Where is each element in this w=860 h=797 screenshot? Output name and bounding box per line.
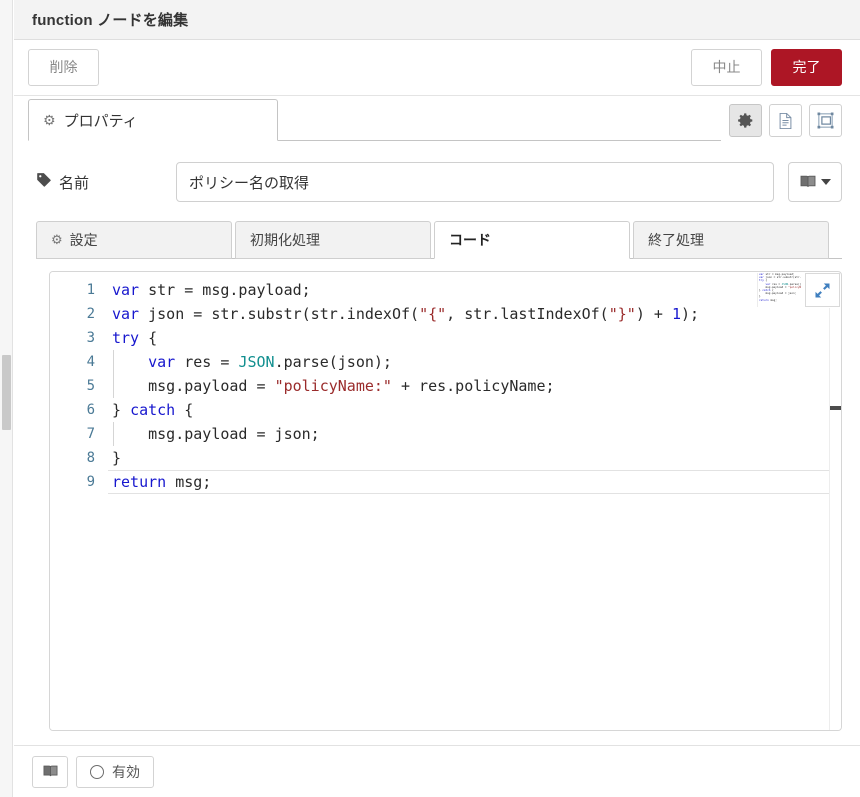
editor-line-number: 6 <box>86 402 95 418</box>
tag-icon <box>36 172 52 192</box>
expand-editor-button[interactable] <box>805 273 840 307</box>
editor-line-number: 2 <box>86 306 95 322</box>
editor-gutter: 1 2 3 4 5 6 7 8 9 <box>50 272 108 730</box>
editor-code-line: var res = JSON.parse(json); <box>108 350 841 374</box>
editor-line-number: 9 <box>86 474 95 490</box>
chevron-down-icon <box>821 179 831 185</box>
editor-code-line: var json = str.substr(str.indexOf("{", s… <box>112 305 700 323</box>
tab-properties[interactable]: ⚙ プロパティ <box>28 99 278 141</box>
editor-code-line: } catch { <box>112 401 194 419</box>
code-subtabs: ⚙ 設定 初期化処理 コード 終了処理 <box>36 215 842 259</box>
name-row: 名前 <box>36 141 842 209</box>
subtab-setup-label: 設定 <box>69 232 98 248</box>
editor-line-number: 8 <box>86 450 95 466</box>
node-appearance-icon <box>817 112 834 129</box>
editor-line-number: 7 <box>86 426 95 442</box>
editor-code-area[interactable]: var str = msg.payload; var json = str.sub… <box>108 272 841 730</box>
editor-code-line: } <box>112 449 122 467</box>
subtab-on-stop-label: 終了処理 <box>648 232 704 248</box>
description-icon <box>779 112 792 129</box>
header-icon-group <box>729 104 842 141</box>
expand-diagonal-icon <box>815 283 830 297</box>
editor-code-line: msg.payload = json; <box>108 422 841 446</box>
editor-code-line: msg.payload = "policyName:" + res.policy… <box>108 374 841 398</box>
subtab-on-stop[interactable]: 終了処理 <box>633 221 829 259</box>
done-button[interactable]: 完了 <box>771 49 842 86</box>
footer-library-button[interactable] <box>32 755 68 788</box>
editor-scrollbar-marker <box>830 406 841 410</box>
dialog-footer: 有効 <box>14 745 860 797</box>
page-scrollbar-thumb[interactable] <box>2 355 11 430</box>
gear-icon-button[interactable] <box>729 104 762 137</box>
dialog-title: function ノードを編集 <box>32 12 189 29</box>
subtab-on-start[interactable]: 初期化処理 <box>235 221 431 259</box>
name-input[interactable] <box>176 162 774 202</box>
name-label-text: 名前 <box>59 174 90 192</box>
library-dropdown-button[interactable] <box>788 162 842 202</box>
gear-icon <box>738 113 753 128</box>
gear-icon: ⚙ <box>43 111 56 128</box>
page-scrollbar[interactable] <box>0 0 13 797</box>
node-enabled-label: 有効 <box>112 763 140 780</box>
edit-function-node-dialog: function ノードを編集 削除 中止 完了 ⚙ プロパティ 名前 ポリシー… <box>14 0 860 797</box>
node-enabled-toggle[interactable]: 有効 <box>76 755 154 788</box>
editor-code-line: var str = msg.payload; <box>112 281 311 299</box>
main-tabstrip-row: ⚙ プロパティ <box>14 96 860 141</box>
ace-editor: 1 2 3 4 5 6 7 8 9 var str = msg.payload; var json… <box>50 272 841 730</box>
cancel-button[interactable]: 中止 <box>691 49 762 86</box>
dialog-action-bar: 削除 中止 完了 <box>14 40 860 96</box>
editor-line-number: 5 <box>86 378 95 394</box>
delete-button[interactable]: 削除 <box>28 49 99 86</box>
dialog-body: 名前 ⚙ 設定 初期化処理 コード <box>14 141 860 745</box>
code-editor[interactable]: 1 2 3 4 5 6 7 8 9 var str = msg.payload; var json… <box>49 271 842 731</box>
gear-icon: ⚙ <box>51 232 63 247</box>
editor-vertical-scrollbar[interactable] <box>829 308 841 730</box>
description-icon-button[interactable] <box>769 104 802 137</box>
subtab-on-start-label: 初期化処理 <box>250 232 320 248</box>
circle-toggle-icon <box>90 764 104 779</box>
library-book-icon <box>43 765 57 777</box>
node-appearance-icon-button[interactable] <box>809 104 842 137</box>
editor-line-number: 4 <box>86 354 95 370</box>
library-book-icon <box>800 175 816 187</box>
dialog-header: function ノードを編集 <box>14 0 860 40</box>
main-tabstrip: ⚙ プロパティ <box>28 96 721 141</box>
editor-code-line: try { <box>112 329 158 347</box>
editor-line-number: 1 <box>86 282 95 298</box>
name-label: 名前 <box>36 172 176 193</box>
editor-code-line: return msg; <box>108 470 841 494</box>
tab-properties-label: プロパティ <box>63 112 138 130</box>
editor-line-number: 3 <box>86 330 95 346</box>
subtab-on-message-label: コード <box>449 232 491 248</box>
subtab-setup[interactable]: ⚙ 設定 <box>36 221 232 259</box>
subtab-on-message[interactable]: コード <box>434 221 630 259</box>
